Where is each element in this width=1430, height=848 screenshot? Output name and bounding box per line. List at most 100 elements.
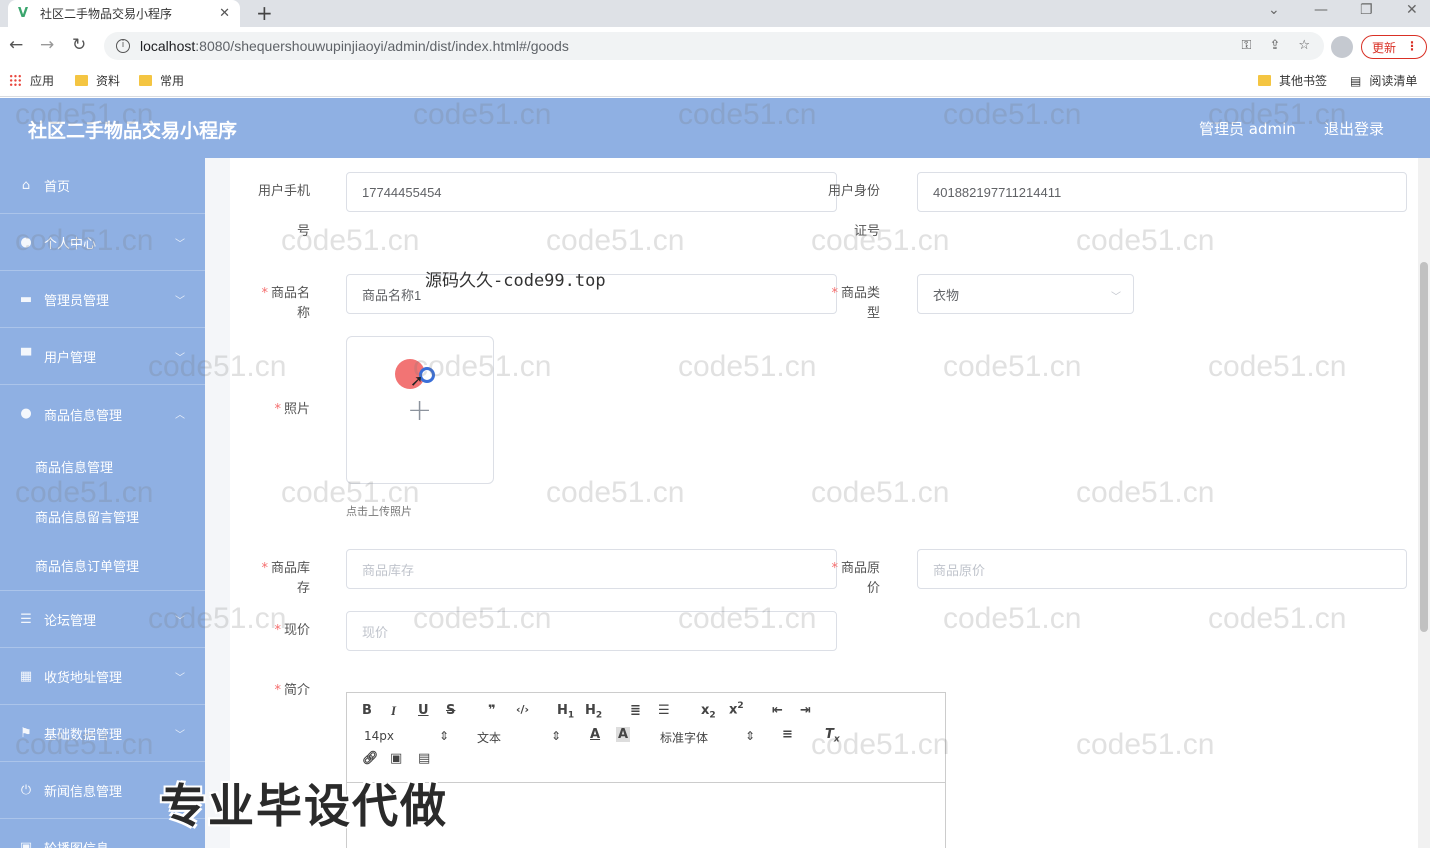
reading-list[interactable]: ▤ 阅读清单 — [1350, 72, 1417, 89]
text-color-icon[interactable]: A — [590, 727, 600, 742]
goods-type-value: 衣物 — [933, 287, 960, 303]
ordered-list-icon[interactable]: ≣ — [630, 703, 641, 718]
phone-label-cont: 号 — [296, 224, 310, 239]
goods-type-select[interactable]: 衣物 ﹀ — [917, 274, 1134, 314]
restore-icon[interactable]: ❐ — [1360, 2, 1373, 18]
subscript-icon[interactable]: x2 — [701, 703, 716, 721]
new-tab-button[interactable]: + — [256, 1, 273, 25]
bookmark-folder[interactable]: 常用 — [139, 72, 184, 89]
bullet-list-icon[interactable]: ☰ — [658, 703, 670, 718]
address-bar: ← → ↻ i localhost:8080/shequershouwupinj… — [0, 27, 1430, 65]
browser-tab-bar: V 社区二手物品交易小程序 ✕ + ⌄ — ❐ ✕ — [0, 0, 1430, 27]
blockquote-icon[interactable]: ❞ — [488, 703, 496, 718]
italic-icon[interactable]: I — [391, 703, 396, 719]
video-icon[interactable]: ▤ — [418, 751, 430, 766]
image-icon[interactable]: ▣ — [390, 751, 402, 766]
underline-icon[interactable]: U — [418, 703, 429, 718]
bookmark-label: 常用 — [160, 74, 185, 88]
browser-tab[interactable]: V 社区二手物品交易小程序 ✕ — [8, 0, 240, 27]
page-scrollbar[interactable] — [1418, 158, 1430, 848]
clear-format-icon[interactable]: Tx — [825, 727, 840, 745]
url-text[interactable]: localhost:8080/shequershouwupinjiaoyi/ad… — [140, 38, 569, 54]
sidebar-subitem-label: 商品信息管理 — [35, 460, 114, 476]
update-button[interactable]: 更新 ⋮ — [1361, 35, 1427, 59]
window-close-icon[interactable]: ✕ — [1406, 2, 1418, 18]
price-input[interactable]: 现价 — [346, 611, 837, 651]
scrollbar-thumb[interactable] — [1420, 262, 1428, 632]
image-icon: ▣ — [19, 839, 33, 848]
key-icon[interactable]: ⚿ — [1242, 38, 1252, 53]
stock-input[interactable]: 商品库存 — [346, 549, 837, 589]
link-icon[interactable]: 🔗︎ — [362, 751, 379, 766]
forward-icon[interactable]: → — [40, 35, 54, 55]
indent-icon[interactable]: ⇥ — [800, 703, 811, 718]
heading1-icon[interactable]: H1 — [557, 703, 574, 721]
strike-icon[interactable]: S — [446, 703, 455, 718]
sidebar-item-admins[interactable]: ▬ 管理员管理 ﹀ — [0, 272, 205, 328]
sidebar-item-forum[interactable]: ☰ 论坛管理 ﹀ — [0, 592, 205, 648]
code-block-icon[interactable]: ‹/› — [516, 703, 529, 716]
mouse-cursor-icon: ➚ — [410, 371, 424, 390]
kebab-menu-icon[interactable]: ⋮ — [1406, 39, 1418, 53]
close-tab-icon[interactable]: ✕ — [219, 6, 230, 21]
bookmark-apps[interactable]: 应用 — [9, 72, 54, 89]
site-info-icon[interactable]: i — [116, 39, 130, 53]
phone-input[interactable]: 17744455454 — [346, 172, 837, 212]
background-color-icon[interactable]: A — [616, 727, 631, 742]
font-family-select[interactable]: 标准字体 — [660, 729, 708, 746]
bookmark-folder[interactable]: 资料 — [75, 72, 120, 89]
minimize-icon[interactable]: — — [1314, 2, 1328, 18]
chevron-down-icon: ﹀ — [175, 239, 185, 250]
stock-label: * 商品库存 — [261, 561, 310, 596]
sidebar-item-label: 用户管理 — [44, 351, 97, 366]
sidebar: ⌂ 首页 ● 个人中心 ﹀ ▬ 管理员管理 ﹀ ▀ 用户管理 ﹀ ● 商品信息管理 ︿ 商品信息管… — [0, 158, 205, 848]
sidebar-item-goods[interactable]: ● 商品信息管理 ︿ — [0, 386, 205, 442]
plus-icon: + — [407, 393, 433, 428]
heading2-icon[interactable]: H2 — [585, 703, 602, 721]
chevron-down-icon: ﹀ — [175, 353, 185, 364]
select-arrow-icon: ⇕ — [551, 729, 562, 743]
back-icon[interactable]: ← — [9, 35, 23, 55]
sidebar-item-basic-data[interactable]: ⚑ 基础数据管理 ﹀ — [0, 706, 205, 762]
power-icon: ⏻ — [20, 782, 32, 798]
current-user: 管理员 admin — [1199, 120, 1296, 138]
sidebar-subitem-goods-comments[interactable]: 商品信息留言管理 — [0, 491, 205, 541]
sidebar-item-label: 首页 — [44, 180, 71, 195]
chevron-up-icon: ︿ — [175, 410, 185, 421]
block-type-select[interactable]: 文本 — [477, 729, 501, 746]
url-omnibox[interactable]: i localhost:8080/shequershouwupinjiaoyi/… — [104, 32, 1324, 60]
sidebar-item-label: 管理员管理 — [44, 294, 110, 309]
sidebar-item-users[interactable]: ▀ 用户管理 ﹀ — [0, 329, 205, 385]
sidebar-item-label: 论坛管理 — [44, 614, 97, 629]
sidebar-subitem-goods-orders[interactable]: 商品信息订单管理 — [0, 541, 205, 591]
bookmark-star-icon[interactable]: ☆ — [1298, 38, 1310, 53]
bold-icon[interactable]: B — [362, 703, 372, 718]
idcard-input[interactable]: 401882197711214411 — [917, 172, 1407, 212]
photo-upload[interactable]: ➚ + — [346, 336, 494, 484]
sidebar-item-home[interactable]: ⌂ 首页 — [0, 158, 205, 214]
sidebar-item-profile[interactable]: ● 个人中心 ﹀ — [0, 215, 205, 271]
bookmarks-bar: 应用 资料 常用 其他书签 ▤ 阅读清单 — [0, 65, 1430, 97]
sidebar-subitem-label: 商品信息留言管理 — [35, 510, 140, 526]
sidebar-item-address[interactable]: ▦ 收货地址管理 ﹀ — [0, 649, 205, 705]
idcard-label: 用户身份 — [827, 184, 880, 199]
reload-icon[interactable]: ↻ — [72, 35, 86, 55]
folder-icon — [139, 75, 152, 86]
sidebar-subitem-goods[interactable]: 商品信息管理 — [0, 441, 205, 491]
logout-link[interactable]: 退出登录 — [1324, 118, 1384, 139]
share-icon[interactable]: ⇪ — [1269, 38, 1280, 53]
profile-avatar[interactable] — [1331, 36, 1353, 58]
folder-icon — [75, 75, 88, 86]
orig-price-input[interactable]: 商品原价 — [917, 549, 1407, 589]
align-icon[interactable]: ≡ — [782, 727, 793, 742]
superscript-icon[interactable]: x2 — [729, 701, 744, 717]
other-bookmarks[interactable]: 其他书签 — [1258, 72, 1327, 89]
outdent-icon[interactable]: ⇤ — [772, 703, 783, 718]
orig-price-label: * 商品原价 — [831, 561, 880, 596]
update-label: 更新 — [1372, 40, 1397, 55]
main-content: 用户手机 号 17744455454 用户身份 证号 4018821977112… — [205, 158, 1430, 848]
reading-list-icon: ▤ — [1350, 73, 1362, 88]
font-size-select[interactable]: 14px — [364, 729, 394, 743]
tab-search-icon[interactable]: ⌄ — [1268, 2, 1280, 18]
user-icon: ● — [20, 406, 32, 421]
